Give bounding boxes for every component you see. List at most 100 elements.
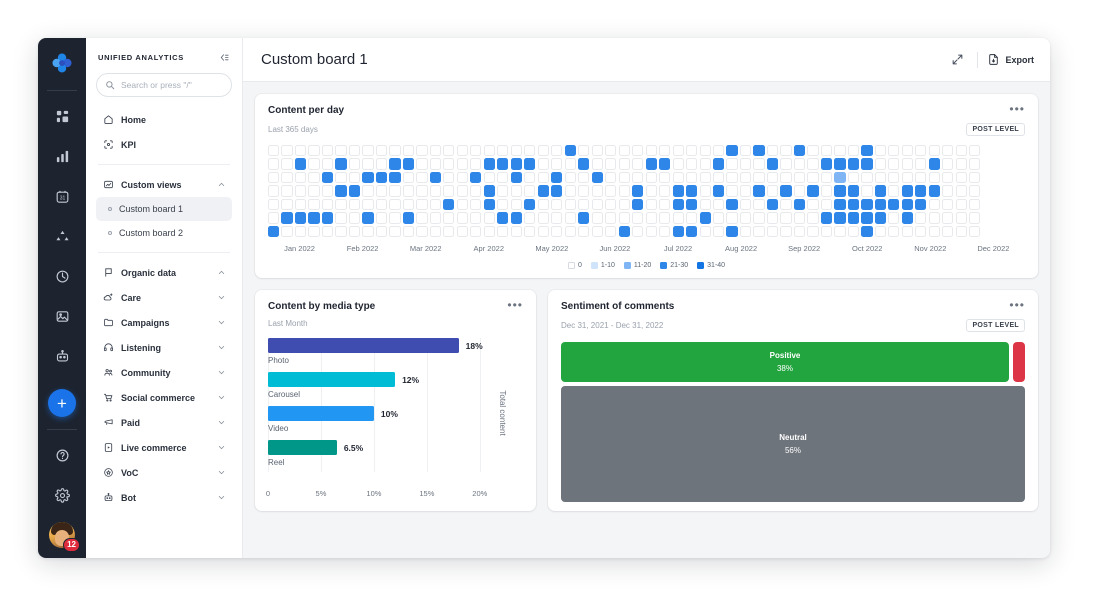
heatmap-cell[interactable] <box>416 185 427 196</box>
heatmap-cell[interactable] <box>659 199 670 210</box>
heatmap-cell[interactable] <box>268 172 279 183</box>
heatmap-cell[interactable] <box>673 226 684 237</box>
heatmap-cell[interactable] <box>403 158 414 169</box>
sidebar-item-live-commerce[interactable]: Live commerce <box>96 435 232 460</box>
sidebar-item-campaigns[interactable]: Campaigns <box>96 310 232 335</box>
heatmap-cell[interactable] <box>295 212 306 223</box>
heatmap-cell[interactable] <box>443 226 454 237</box>
heatmap-cell[interactable] <box>956 212 967 223</box>
heatmap-cell[interactable] <box>780 212 791 223</box>
heatmap-cell[interactable] <box>807 212 818 223</box>
heatmap-cell[interactable] <box>322 145 333 156</box>
heatmap-cell[interactable] <box>484 212 495 223</box>
heatmap-cell[interactable] <box>281 199 292 210</box>
heatmap-cell[interactable] <box>322 199 333 210</box>
heatmap-cell[interactable] <box>592 226 603 237</box>
heatmap-cell[interactable] <box>403 172 414 183</box>
heatmap-cell[interactable] <box>443 172 454 183</box>
heatmap-cell[interactable] <box>848 172 859 183</box>
heatmap-cell[interactable] <box>767 172 778 183</box>
heatmap-cell[interactable] <box>686 145 697 156</box>
heatmap-cell[interactable] <box>726 145 737 156</box>
heatmap-cell[interactable] <box>942 185 953 196</box>
heatmap-cell[interactable] <box>619 212 630 223</box>
heatmap-cell[interactable] <box>457 199 468 210</box>
heatmap-cell[interactable] <box>362 212 373 223</box>
collapse-panel-icon[interactable] <box>219 52 230 63</box>
heatmap-cell[interactable] <box>848 185 859 196</box>
heatmap-cell[interactable] <box>956 158 967 169</box>
heatmap-cell[interactable] <box>335 212 346 223</box>
heatmap-cell[interactable] <box>497 185 508 196</box>
heatmap-cell[interactable] <box>969 212 980 223</box>
heatmap-cell[interactable] <box>807 185 818 196</box>
heatmap-cell[interactable] <box>969 199 980 210</box>
heatmap-cell[interactable] <box>538 185 549 196</box>
heatmap-cell[interactable] <box>632 199 643 210</box>
sidebar-item-home[interactable]: Home <box>96 107 232 132</box>
heatmap-cell[interactable] <box>794 158 805 169</box>
heatmap-cell[interactable] <box>484 158 495 169</box>
chevron-down-icon[interactable] <box>217 293 226 302</box>
heatmap-cell[interactable] <box>349 185 360 196</box>
heatmap-cell[interactable] <box>430 212 441 223</box>
heatmap-cell[interactable] <box>700 226 711 237</box>
sentiment-negative-segment[interactable] <box>1013 342 1025 382</box>
heatmap-cell[interactable] <box>403 145 414 156</box>
heatmap-cell[interactable] <box>700 212 711 223</box>
heatmap-cell[interactable] <box>430 158 441 169</box>
heatmap-cell[interactable] <box>376 145 387 156</box>
heatmap-cell[interactable] <box>969 145 980 156</box>
heatmap-cell[interactable] <box>915 199 926 210</box>
heatmap-cell[interactable] <box>780 226 791 237</box>
heatmap-cell[interactable] <box>767 226 778 237</box>
heatmap-cell[interactable] <box>875 212 886 223</box>
heatmap-cell[interactable] <box>268 185 279 196</box>
heatmap-cell[interactable] <box>956 226 967 237</box>
heatmap-cell[interactable] <box>713 212 724 223</box>
heatmap-cell[interactable] <box>376 212 387 223</box>
heatmap-cell[interactable] <box>902 145 913 156</box>
heatmap-cell[interactable] <box>416 199 427 210</box>
heatmap-cell[interactable] <box>605 172 616 183</box>
heatmap-cell[interactable] <box>929 145 940 156</box>
heatmap-cell[interactable] <box>551 199 562 210</box>
heatmap-cell[interactable] <box>619 226 630 237</box>
heatmap-cell[interactable] <box>619 199 630 210</box>
heatmap-cell[interactable] <box>430 185 441 196</box>
heatmap-cell[interactable] <box>524 185 535 196</box>
heatmap-cell[interactable] <box>780 185 791 196</box>
heatmap-cell[interactable] <box>942 199 953 210</box>
heatmap-cell[interactable] <box>861 145 872 156</box>
gear-icon[interactable] <box>47 480 77 510</box>
heatmap-cell[interactable] <box>578 212 589 223</box>
heatmap-cell[interactable] <box>753 199 764 210</box>
heatmap-cell[interactable] <box>902 212 913 223</box>
heatmap-cell[interactable] <box>902 226 913 237</box>
heatmap-cell[interactable] <box>834 226 845 237</box>
heatmap-cell[interactable] <box>551 172 562 183</box>
legend-item[interactable]: 11-20 <box>624 262 651 269</box>
heatmap-cell[interactable] <box>308 145 319 156</box>
heatmap-cell[interactable] <box>605 212 616 223</box>
heatmap-cell[interactable] <box>470 185 481 196</box>
search-box[interactable] <box>96 73 232 97</box>
heatmap-cell[interactable] <box>713 158 724 169</box>
heatmap-cell[interactable] <box>484 172 495 183</box>
heatmap-cell[interactable] <box>753 158 764 169</box>
bar[interactable] <box>268 372 395 387</box>
heatmap-cell[interactable] <box>834 158 845 169</box>
sidebar-item-care[interactable]: Care <box>96 285 232 310</box>
heatmap-cell[interactable] <box>551 158 562 169</box>
heatmap-cell[interactable] <box>565 199 576 210</box>
heatmap-cell[interactable] <box>484 226 495 237</box>
heatmap-cell[interactable] <box>767 199 778 210</box>
robot-icon[interactable] <box>47 341 77 371</box>
heatmap-cell[interactable] <box>538 158 549 169</box>
heatmap-cell[interactable] <box>295 172 306 183</box>
sidebar-item-listening[interactable]: Listening <box>96 335 232 360</box>
heatmap-cell[interactable] <box>376 185 387 196</box>
sidebar-item-community[interactable]: Community <box>96 360 232 385</box>
heatmap-cell[interactable] <box>888 145 899 156</box>
heatmap-cell[interactable] <box>929 172 940 183</box>
